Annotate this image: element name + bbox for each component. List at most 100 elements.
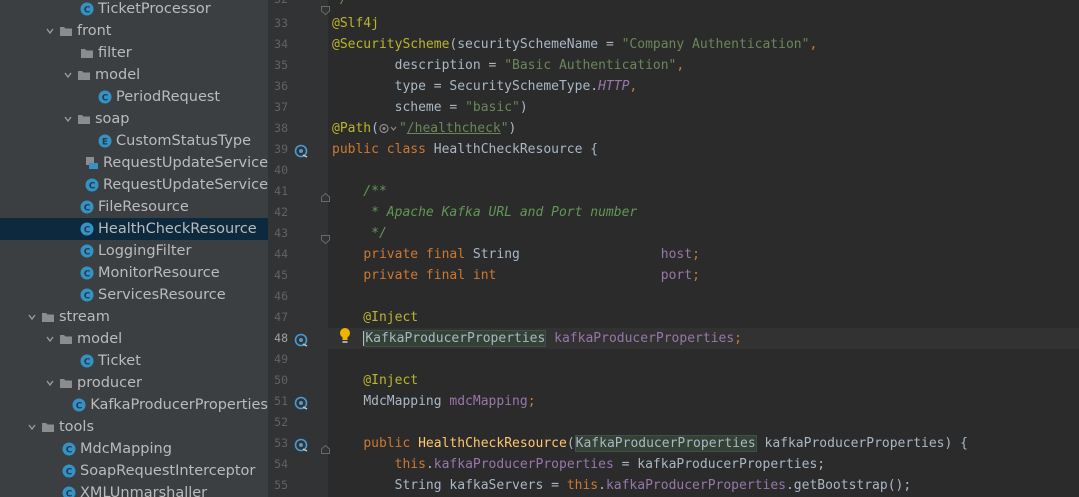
svg-text:C: C	[89, 182, 96, 192]
code-line-53[interactable]: public HealthCheckResource(KafkaProducer…	[332, 433, 968, 454]
tree-item-label: MonitorResource	[98, 265, 220, 281]
class-icon: C	[80, 354, 94, 368]
code-line-32[interactable]: */	[332, 0, 348, 10]
url-path-link[interactable]: /healthcheck	[407, 121, 501, 136]
code-line-35[interactable]: description = "Basic Authentication",	[332, 55, 685, 76]
url-mapping-hint-icon[interactable]	[379, 123, 399, 134]
fold-start-icon[interactable]	[321, 187, 330, 202]
class-icon: C	[80, 200, 94, 214]
code-line-45[interactable]: private final int port;	[332, 265, 700, 286]
tree-item-model-2[interactable]: model	[0, 328, 268, 350]
chevron-down-icon[interactable]	[26, 416, 38, 438]
interface-file-icon	[85, 156, 99, 170]
chevron-down-icon[interactable]	[26, 306, 38, 328]
code-line-38[interactable]: @Path("/healthcheck")	[332, 118, 516, 139]
folder-icon	[80, 46, 94, 60]
svg-text:C: C	[84, 204, 91, 214]
line-number: 44	[274, 247, 288, 261]
tree-item-stream[interactable]: stream	[0, 306, 268, 328]
folder-icon	[59, 24, 73, 38]
tree-item-label: HealthCheckResource	[98, 221, 257, 237]
code-line-41[interactable]: /**	[332, 181, 387, 202]
tree-item-monitorresource[interactable]: C MonitorResource	[0, 262, 268, 284]
tree-item-ticketprocessor[interactable]: C TicketProcessor	[0, 0, 268, 20]
code-line-43[interactable]: */	[332, 223, 387, 244]
tree-item-front[interactable]: front	[0, 20, 268, 42]
folder-icon	[59, 376, 73, 390]
class-icon: C	[80, 2, 94, 16]
code-line-42[interactable]: * Apache Kafka URL and Port number	[332, 202, 637, 223]
line-number: 47	[274, 310, 288, 324]
tree-item-soap[interactable]: soap	[0, 108, 268, 130]
code-line-55[interactable]: String kafkaServers = this.kafkaProducer…	[332, 475, 912, 496]
tree-item-filter[interactable]: filter	[0, 42, 268, 64]
tree-item-label: PeriodRequest	[116, 89, 221, 105]
line-number: 37	[274, 100, 288, 114]
line-number: 50	[274, 373, 288, 387]
class-icon: C	[62, 464, 76, 478]
tree-item-label: RequestUpdateService	[102, 155, 268, 171]
tree-item-periodrequest[interactable]: C PeriodRequest	[0, 86, 268, 108]
chevron-down-icon[interactable]	[44, 20, 56, 42]
injection-gutter-icon[interactable]	[294, 395, 308, 410]
class-icon: C	[80, 266, 94, 280]
code-line-47[interactable]: @Inject	[332, 307, 418, 328]
tree-item-fileresource[interactable]: C FileResource	[0, 196, 268, 218]
tree-item-label: LoggingFilter	[98, 243, 192, 259]
chevron-down-icon[interactable]	[44, 328, 56, 350]
svg-text:C: C	[66, 446, 73, 456]
fold-end-icon[interactable]	[321, 229, 330, 245]
code-line-54[interactable]: this.kafkaProducerProperties = kafkaProd…	[332, 454, 825, 475]
class-icon: C	[98, 90, 112, 104]
code-line-33[interactable]: @Slf4j	[332, 13, 379, 34]
svg-text:C: C	[76, 402, 83, 412]
code-line-44[interactable]: private final String host;	[332, 244, 700, 265]
tree-item-kafkaproducerproperties[interactable]: C KafkaProducerProperties	[0, 394, 268, 416]
tree-item-label: ServicesResource	[98, 287, 226, 303]
project-tree[interactable]: C TicketProcessor front filter model C P…	[0, 0, 268, 497]
tree-item-requestupdateservice-1[interactable]: RequestUpdateService	[0, 152, 268, 174]
svg-text:C: C	[84, 226, 91, 236]
injection-gutter-icon[interactable]	[294, 437, 308, 452]
tree-item-requestupdateservice-2[interactable]: C RequestUpdateService	[0, 174, 268, 196]
tree-item-model[interactable]: model	[0, 64, 268, 86]
fold-end-icon[interactable]	[321, 0, 330, 16]
tree-item-label: MdcMapping	[80, 441, 172, 457]
tree-item-loggingfilter[interactable]: C LoggingFilter	[0, 240, 268, 262]
svg-text:C: C	[84, 270, 91, 280]
code-line-34[interactable]: @SecurityScheme(securitySchemeName = "Co…	[332, 34, 817, 55]
fold-start-icon[interactable]	[321, 439, 330, 454]
tree-item-label: FileResource	[98, 199, 189, 215]
tree-item-label: model	[77, 331, 123, 347]
tree-item-soaprequestinterceptor[interactable]: C SoapRequestInterceptor	[0, 460, 268, 482]
folder-icon	[41, 310, 55, 324]
line-number: 40	[274, 163, 288, 177]
code-line-51[interactable]: MdcMapping mdcMapping;	[332, 391, 535, 412]
class-icon: C	[80, 244, 94, 258]
chevron-down-icon[interactable]	[62, 108, 74, 130]
injection-gutter-icon[interactable]	[294, 332, 308, 347]
tree-item-xmlunmarshaller[interactable]: C XMLUnmarshaller	[0, 482, 268, 497]
bean-gutter-icon[interactable]	[294, 143, 308, 158]
tree-item-label: stream	[59, 309, 110, 325]
code-line-36[interactable]: type = SecuritySchemeType.HTTP,	[332, 76, 638, 97]
code-line-50[interactable]: @Inject	[332, 370, 418, 391]
tree-item-tools[interactable]: tools	[0, 416, 268, 438]
code-line-39[interactable]: public class HealthCheckResource {	[332, 139, 598, 160]
class-icon: C	[85, 178, 99, 192]
tree-item-ticket[interactable]: C Ticket	[0, 350, 268, 372]
current-line-number: 48	[274, 331, 288, 345]
tree-item-customstatustype[interactable]: E CustomStatusType	[0, 130, 268, 152]
tree-item-label: Ticket	[98, 353, 141, 369]
tree-item-servicesresource[interactable]: C ServicesResource	[0, 284, 268, 306]
tree-item-mdcmapping[interactable]: C MdcMapping	[0, 438, 268, 460]
tree-item-healthcheckresource[interactable]: C HealthCheckResource	[0, 218, 268, 240]
chevron-down-icon[interactable]	[44, 372, 56, 394]
line-number: 36	[274, 79, 288, 93]
class-icon: C	[80, 288, 94, 302]
tree-item-producer[interactable]: producer	[0, 372, 268, 394]
code-line-48[interactable]: KafkaProducerProperties kafkaProducerPro…	[332, 328, 742, 349]
line-number: 41	[274, 184, 288, 198]
code-line-37[interactable]: scheme = "basic")	[332, 97, 528, 118]
chevron-down-icon[interactable]	[62, 64, 74, 86]
